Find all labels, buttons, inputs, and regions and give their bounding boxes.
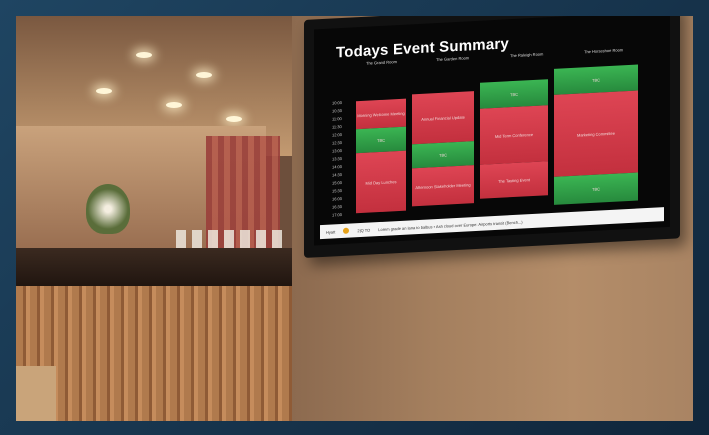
floor: [16, 366, 56, 421]
brand-circle-icon: [343, 227, 350, 234]
time-tick: 15:30: [332, 188, 343, 194]
room-header: The Grand Room: [366, 59, 397, 66]
event-block: Mid Term Conference: [480, 105, 548, 165]
time-tick: 17:00: [332, 212, 343, 218]
photo-frame: Todays Event Summary The Grand Room The …: [0, 0, 709, 435]
brand-mark: 2|Q TO: [357, 227, 371, 233]
time-tick: 16:00: [332, 196, 343, 202]
ceiling-light: [196, 72, 212, 78]
room-header: The Horseshoe Room: [584, 47, 624, 55]
ceiling-light: [96, 88, 112, 94]
event-block: Annual Financial Update: [412, 91, 474, 145]
ceiling-light: [136, 52, 152, 58]
time-tick: 13:00: [332, 148, 343, 154]
time-tick: 14:30: [332, 172, 343, 178]
time-tick: 15:00: [332, 180, 343, 186]
hotel-logo: Hyatt: [326, 228, 336, 235]
bar-counter: [16, 286, 300, 421]
news-ticker: Lorem grade an lana to balbus • Ash clou…: [378, 219, 523, 232]
ceiling-light: [226, 116, 242, 122]
time-tick: 10:30: [332, 108, 343, 114]
event-block: Mid Day Lunches: [356, 150, 406, 214]
time-tick: 14:00: [332, 164, 343, 170]
event-block: Morning Welcome Meeting: [356, 98, 406, 130]
lobby-photo: Todays Event Summary The Grand Room The …: [16, 16, 693, 421]
time-tick: 10:00: [332, 100, 343, 106]
screen-title: Todays Event Summary: [336, 35, 509, 62]
room-header: The Raleigh Room: [510, 51, 544, 59]
event-block: TBC: [480, 79, 548, 109]
cups-on-counter: [176, 230, 286, 250]
time-tick: 12:30: [332, 140, 343, 146]
time-tick: 13:30: [332, 156, 343, 162]
time-tick: 16:30: [332, 204, 343, 210]
ceiling-light: [166, 102, 182, 108]
event-block: TBC: [356, 126, 406, 154]
room-header: The Garden Room: [436, 55, 470, 63]
flower-arrangement: [86, 184, 130, 234]
event-block: The Tasting Event: [480, 161, 548, 199]
event-block: TBC: [412, 141, 474, 169]
display-screen: Todays Event Summary The Grand Room The …: [314, 16, 670, 246]
event-block: Marketing Committee: [554, 90, 638, 177]
wall-display: Todays Event Summary The Grand Room The …: [304, 16, 680, 258]
event-block: Afternoon Stakeholder Meeting: [412, 165, 474, 207]
time-tick: 12:00: [332, 132, 343, 138]
event-block: TBC: [554, 172, 638, 205]
time-tick: 11:00: [332, 116, 342, 122]
time-tick: 11:30: [332, 124, 342, 130]
